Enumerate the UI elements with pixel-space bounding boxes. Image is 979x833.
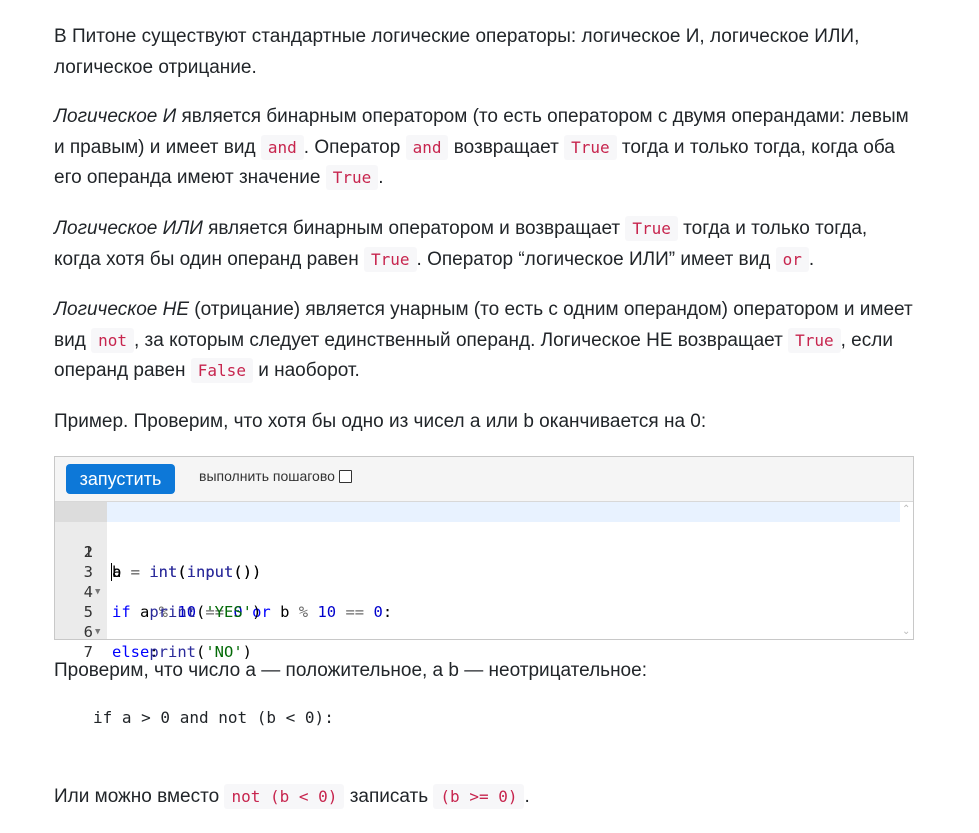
code-line[interactable]: 1 a = int(input()) [55,502,900,581]
true-code: True [788,327,841,353]
true-code: True [325,165,379,190]
run-button[interactable]: запустить [66,464,175,494]
not-paragraph: Логическое НЕ (отрицание) является унарн… [54,299,913,383]
not-expression-code: not (b < 0) [224,784,345,809]
or-term: Логическое ИЛИ [54,218,203,239]
ge-expression-code: (b >= 0) [433,784,525,809]
true-code: True [364,246,417,272]
and-code: and [405,134,449,160]
code-line[interactable]: 4 print('YES') [55,562,900,621]
scroll-down-icon[interactable]: ⌄ [902,626,910,637]
alternative-paragraph: Или можно вместо not (b < 0) записать (b… [54,784,530,809]
code-line[interactable]: 6 print('NO') [55,602,900,661]
example-paragraph: Пример. Проверим, что хотя бы одно из чи… [54,411,707,432]
code-line[interactable]: 7 [55,622,900,661]
code-line[interactable]: 5 ▼ else: [55,582,900,661]
or-code: or [775,246,809,272]
not-term: Логическое НЕ [54,299,189,320]
step-mode-checkbox[interactable] [338,469,352,483]
true-code: True [564,134,617,160]
runner-toolbar: запустить выполнить пошагово [55,457,913,502]
code-line[interactable]: 3 ▼ if a % 10 == 0 or b % 10 == 0: [55,542,900,621]
or-paragraph: Логическое ИЛИ является бинарным операто… [54,216,868,272]
code-line[interactable]: 2 b = int(input()) [55,522,900,581]
code-runner: запустить выполнить пошагово 1 a = int(i… [54,456,914,661]
true-code: True [625,216,678,241]
editor-scrollbar[interactable]: ⌃ ⌄ [899,502,913,639]
not-code: not [91,327,134,353]
code-example: if a > 0 and not (b < 0): [93,708,334,727]
and-code: and [260,134,304,160]
scroll-up-icon[interactable]: ⌃ [902,504,910,515]
false-code: False [190,358,253,383]
code-editor[interactable]: 1 a = int(input()) 2 b = int(input()) 3 … [55,502,913,661]
line-number: 7 [83,643,93,661]
step-mode-toggle[interactable]: выполнить пошагово [199,468,352,484]
and-paragraph: Логическое И является бинарным операторо… [54,106,909,190]
step-mode-label: выполнить пошагово [199,468,335,484]
and-term: Логическое И [54,106,177,127]
intro-paragraph: В Питоне существуют стандартные логическ… [54,26,860,78]
